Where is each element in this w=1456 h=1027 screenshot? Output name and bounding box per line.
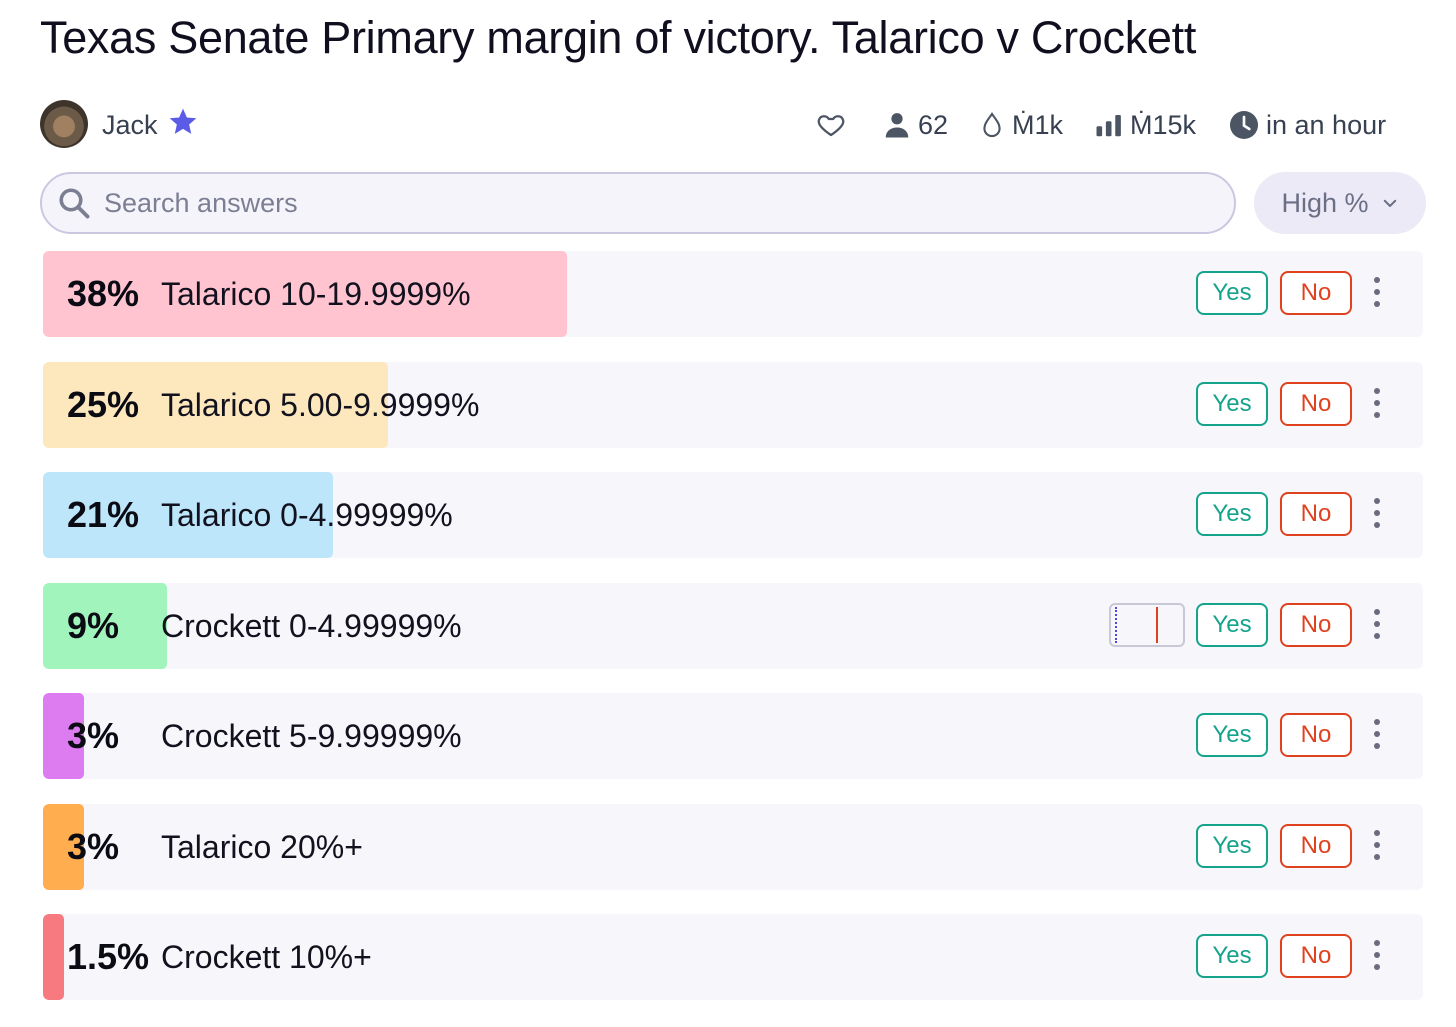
- answer-label: Talarico 10-19.9999%: [161, 276, 471, 312]
- no-button[interactable]: No: [1280, 271, 1352, 315]
- user-avatar[interactable]: [40, 100, 88, 148]
- price-change-sparkline: [1109, 602, 1185, 647]
- liquidity-value: Ṁ1k: [1012, 109, 1064, 140]
- sort-dropdown[interactable]: High %: [1254, 172, 1426, 234]
- search-input[interactable]: [102, 186, 1186, 220]
- like-button[interactable]: [816, 108, 852, 142]
- answer-label: Crockett 5-9.99999%: [161, 718, 462, 754]
- traders-count: 62: [918, 109, 949, 140]
- yes-button[interactable]: Yes: [1196, 602, 1268, 647]
- more-options-icon[interactable]: [1365, 498, 1389, 532]
- star-icon: [169, 108, 197, 134]
- answer-label: Talarico 5.00-9.9999%: [161, 386, 480, 423]
- close-time-value: in an hour: [1266, 109, 1387, 140]
- answer-probability: 25%: [67, 383, 140, 425]
- answer-label: Crockett 0-4.99999%: [161, 607, 462, 644]
- no-button[interactable]: No: [1280, 602, 1352, 647]
- more-options-icon[interactable]: [1365, 387, 1389, 422]
- clock-icon: [1230, 111, 1258, 139]
- answer-row[interactable]: 38% Talarico 10-19.9999% Yes No: [43, 251, 1423, 337]
- liquidity-stat[interactable]: Ṁ1k: [978, 108, 1063, 142]
- close-time-stat[interactable]: in an hour: [1228, 108, 1386, 142]
- answer-probability: 38%: [67, 273, 140, 314]
- no-button[interactable]: No: [1280, 713, 1352, 757]
- yes-button[interactable]: Yes: [1196, 713, 1268, 757]
- user-icon: [885, 113, 909, 138]
- market-meta: Jack 62 Ṁ1k Ṁ15k in an hour: [40, 100, 1430, 150]
- heart-icon: [817, 115, 845, 137]
- no-button[interactable]: No: [1280, 934, 1352, 978]
- page-title: Texas Senate Primary margin of victory. …: [40, 12, 1197, 63]
- no-button[interactable]: No: [1280, 823, 1352, 868]
- probability-bar: [43, 914, 64, 1000]
- answer-probability: 9%: [67, 604, 120, 646]
- no-button[interactable]: No: [1280, 381, 1352, 426]
- author-name[interactable]: Jack: [102, 110, 158, 141]
- answer-row[interactable]: 21% Talarico 0-4.99999% Yes No: [43, 472, 1423, 558]
- answer-probability: 3%: [67, 715, 120, 756]
- traders-stat[interactable]: 62: [882, 108, 948, 142]
- droplet-icon: [983, 112, 1001, 138]
- yes-button[interactable]: Yes: [1196, 934, 1268, 978]
- yes-button[interactable]: Yes: [1196, 823, 1268, 868]
- answer-row[interactable]: 9% Crockett 0-4.99999% Yes No: [43, 582, 1423, 669]
- chevron-down-icon: [1383, 199, 1396, 207]
- more-options-icon[interactable]: [1365, 940, 1389, 974]
- bar-chart-icon: [1096, 115, 1121, 137]
- more-options-icon[interactable]: [1365, 719, 1389, 753]
- answer-row[interactable]: 25% Talarico 5.00-9.9999% Yes No: [43, 361, 1423, 448]
- volume-value: Ṁ15k: [1130, 109, 1197, 140]
- answer-label: Crockett 10%+: [161, 939, 372, 975]
- answer-row[interactable]: 3% Talarico 20%+ Yes No: [43, 803, 1423, 890]
- answers-list: 38% Talarico 10-19.9999% Yes No 25% Tala…: [43, 251, 1423, 1025]
- answer-probability: 21%: [67, 494, 140, 535]
- answer-probability: 3%: [67, 825, 120, 867]
- volume-stat[interactable]: Ṁ15k: [1094, 108, 1196, 142]
- more-options-icon[interactable]: [1365, 277, 1389, 311]
- yes-button[interactable]: Yes: [1196, 381, 1268, 426]
- answer-row[interactable]: 3% Crockett 5-9.99999% Yes No: [43, 693, 1423, 779]
- yes-button[interactable]: Yes: [1196, 271, 1268, 315]
- search-icon: [59, 188, 90, 219]
- yes-button[interactable]: Yes: [1196, 492, 1268, 536]
- more-options-icon[interactable]: [1365, 829, 1389, 864]
- answer-row[interactable]: 1.5% Crockett 10%+ Yes No: [43, 914, 1423, 1000]
- sort-label: High %: [1281, 187, 1369, 218]
- search-bar[interactable]: [40, 172, 1236, 234]
- more-options-icon[interactable]: [1365, 608, 1389, 643]
- answer-label: Talarico 0-4.99999%: [161, 497, 453, 533]
- no-button[interactable]: No: [1280, 492, 1352, 536]
- answer-probability: 1.5%: [67, 936, 150, 977]
- answer-label: Talarico 20%+: [161, 828, 363, 865]
